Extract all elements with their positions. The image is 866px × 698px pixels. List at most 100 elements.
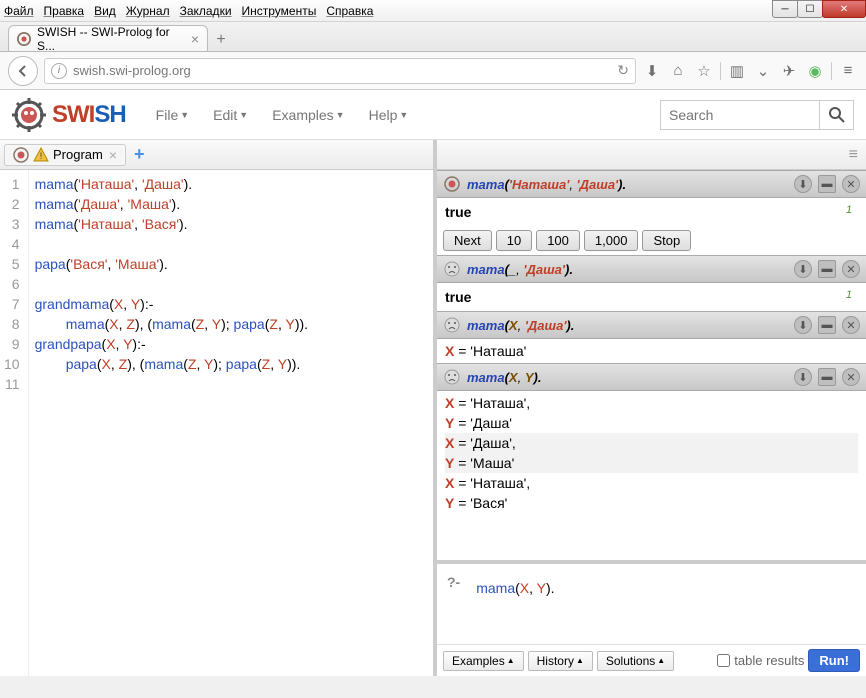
bindings: X = 'Наташа' bbox=[437, 339, 866, 363]
binding-row: X = 'Даша', bbox=[445, 433, 858, 453]
query-header[interactable]: mama(X, 'Даша').⬇▬✕ bbox=[437, 311, 866, 339]
window-close-button[interactable]: ✕ bbox=[822, 0, 866, 18]
url-text: swish.swi-prolog.org bbox=[73, 63, 617, 78]
editor-tab-close-icon[interactable]: × bbox=[109, 147, 117, 163]
site-info-icon[interactable]: i bbox=[51, 63, 67, 79]
app-header: SWISH File▼ Edit▼ Examples▼ Help▼ bbox=[0, 90, 866, 140]
binding-row: X = 'Наташа', bbox=[445, 473, 858, 493]
footer-button-history[interactable]: History▲ bbox=[528, 651, 593, 671]
caret-down-icon: ▼ bbox=[180, 110, 189, 120]
send-icon[interactable]: ✈ bbox=[779, 61, 799, 81]
close-icon[interactable]: ✕ bbox=[842, 368, 860, 386]
window-minimize-button[interactable]: ─ bbox=[772, 0, 798, 18]
notebook-menu-icon[interactable]: ≡ bbox=[849, 146, 858, 164]
caret-down-icon: ▼ bbox=[336, 110, 345, 120]
sidebar-icon[interactable]: ▥ bbox=[727, 61, 747, 81]
query-footer: Examples▲History▲Solutions▲ table result… bbox=[437, 644, 866, 676]
line-gutter: 1234567891011 bbox=[0, 170, 29, 676]
window-menu-item[interactable]: Справка bbox=[326, 4, 373, 18]
paging-controls: Next101001,000Stop bbox=[437, 226, 866, 255]
paging-button[interactable]: 100 bbox=[536, 230, 580, 251]
footer-button-examples[interactable]: Examples▲ bbox=[443, 651, 524, 671]
tab-close-icon[interactable]: × bbox=[191, 31, 199, 47]
window-menu-item[interactable]: Вид bbox=[94, 4, 116, 18]
downloads-icon[interactable]: ⬇ bbox=[642, 61, 662, 81]
app-menu-edit[interactable]: Edit▼ bbox=[213, 107, 248, 123]
editor-tab-program[interactable]: ! Program × bbox=[4, 144, 126, 166]
query-header[interactable]: mama(X, Y).⬇▬✕ bbox=[437, 363, 866, 391]
window-menu-item[interactable]: Инструменты bbox=[242, 4, 317, 18]
app-menu-help[interactable]: Help▼ bbox=[369, 107, 409, 123]
download-icon[interactable]: ⬇ bbox=[794, 175, 812, 193]
editor-pane: ! Program × + 1234567891011 mama('Наташа… bbox=[0, 140, 437, 676]
home-icon[interactable]: ⌂ bbox=[668, 61, 688, 81]
search-button[interactable] bbox=[820, 100, 854, 130]
query-header[interactable]: mama('Наташа', 'Даша').⬇▬✕ bbox=[437, 170, 866, 198]
query-input[interactable]: ?- mama(X, Y). bbox=[437, 564, 866, 644]
minimize-icon[interactable]: ▬ bbox=[818, 175, 836, 193]
warning-icon: ! bbox=[33, 147, 49, 163]
results-pane: ≡ mama('Наташа', 'Даша').⬇▬✕true1Next101… bbox=[437, 140, 866, 676]
toolbar-separator bbox=[720, 62, 721, 80]
back-button[interactable] bbox=[8, 56, 38, 86]
editor-tab-label: Program bbox=[53, 147, 103, 162]
download-icon[interactable]: ⬇ bbox=[794, 316, 812, 334]
download-icon[interactable]: ⬇ bbox=[794, 368, 812, 386]
binding-row: Y = 'Вася' bbox=[445, 493, 858, 513]
caret-up-icon: ▲ bbox=[576, 656, 584, 665]
close-icon[interactable]: ✕ bbox=[842, 260, 860, 278]
window-menu-item[interactable]: Правка bbox=[44, 4, 85, 18]
window-menu-item[interactable]: Файл bbox=[4, 4, 34, 18]
code-content[interactable]: mama('Наташа', 'Даша').mama('Даша', 'Маш… bbox=[29, 170, 314, 676]
search-input[interactable] bbox=[660, 100, 820, 130]
paging-button[interactable]: 1,000 bbox=[584, 230, 639, 251]
extension-icon[interactable]: ◉ bbox=[805, 61, 825, 81]
editor-tabs: ! Program × + bbox=[0, 140, 433, 170]
minimize-icon[interactable]: ▬ bbox=[818, 316, 836, 334]
paging-button[interactable]: Stop bbox=[642, 230, 691, 251]
window-menu-item[interactable]: Журнал bbox=[126, 4, 170, 18]
caret-up-icon: ▲ bbox=[657, 656, 665, 665]
swish-logo-text: SWISH bbox=[52, 101, 126, 129]
query-header[interactable]: mama(_, 'Даша').⬇▬✕ bbox=[437, 255, 866, 283]
app-menu-file[interactable]: File▼ bbox=[156, 107, 189, 123]
paging-button[interactable]: 10 bbox=[496, 230, 532, 251]
query-area: ?- mama(X, Y). Examples▲History▲Solution… bbox=[437, 560, 866, 676]
minimize-icon[interactable]: ▬ bbox=[818, 260, 836, 278]
close-icon[interactable]: ✕ bbox=[842, 175, 860, 193]
new-tab-button[interactable]: + bbox=[208, 29, 234, 51]
binding-row: Y = 'Маша' bbox=[445, 453, 858, 473]
browser-tab-title: SWISH -- SWI-Prolog for S... bbox=[37, 25, 183, 53]
binding-row: X = 'Наташа', bbox=[445, 393, 858, 413]
workspace: ! Program × + 1234567891011 mama('Наташа… bbox=[0, 140, 866, 676]
query-prompt: ?- bbox=[447, 574, 460, 634]
hamburger-menu-icon[interactable]: ≡ bbox=[838, 61, 858, 81]
editor-new-tab-button[interactable]: + bbox=[134, 144, 145, 165]
reload-icon[interactable]: ↻ bbox=[617, 62, 629, 79]
window-maximize-button[interactable]: ☐ bbox=[797, 0, 823, 18]
swish-favicon-icon bbox=[17, 32, 31, 46]
paging-button[interactable]: Next bbox=[443, 230, 492, 251]
caret-down-icon: ▼ bbox=[399, 110, 408, 120]
caret-down-icon: ▼ bbox=[239, 110, 248, 120]
svg-text:!: ! bbox=[40, 151, 43, 161]
footer-button-solutions[interactable]: Solutions▲ bbox=[597, 651, 674, 671]
table-results-checkbox[interactable]: table results bbox=[717, 653, 804, 668]
download-icon[interactable]: ⬇ bbox=[794, 260, 812, 278]
toolbar-separator bbox=[831, 62, 832, 80]
binding-row: Y = 'Даша' bbox=[445, 413, 858, 433]
owl-icon bbox=[13, 147, 29, 163]
app-menu-examples[interactable]: Examples▼ bbox=[272, 107, 344, 123]
bindings: X = 'Наташа',Y = 'Даша'X = 'Даша',Y = 'М… bbox=[437, 391, 866, 515]
browser-tab[interactable]: SWISH -- SWI-Prolog for S... × bbox=[8, 25, 208, 51]
bookmark-star-icon[interactable]: ☆ bbox=[694, 61, 714, 81]
pocket-icon[interactable]: ⌄ bbox=[753, 61, 773, 81]
notebook-header: ≡ bbox=[437, 140, 866, 170]
minimize-icon[interactable]: ▬ bbox=[818, 368, 836, 386]
run-button[interactable]: Run! bbox=[808, 649, 860, 672]
url-bar[interactable]: i swish.swi-prolog.org ↻ bbox=[44, 58, 636, 84]
code-editor[interactable]: 1234567891011 mama('Наташа', 'Даша').mam… bbox=[0, 170, 433, 676]
close-icon[interactable]: ✕ bbox=[842, 316, 860, 334]
arrow-left-icon bbox=[16, 64, 30, 78]
window-menu-item[interactable]: Закладки bbox=[180, 4, 232, 18]
